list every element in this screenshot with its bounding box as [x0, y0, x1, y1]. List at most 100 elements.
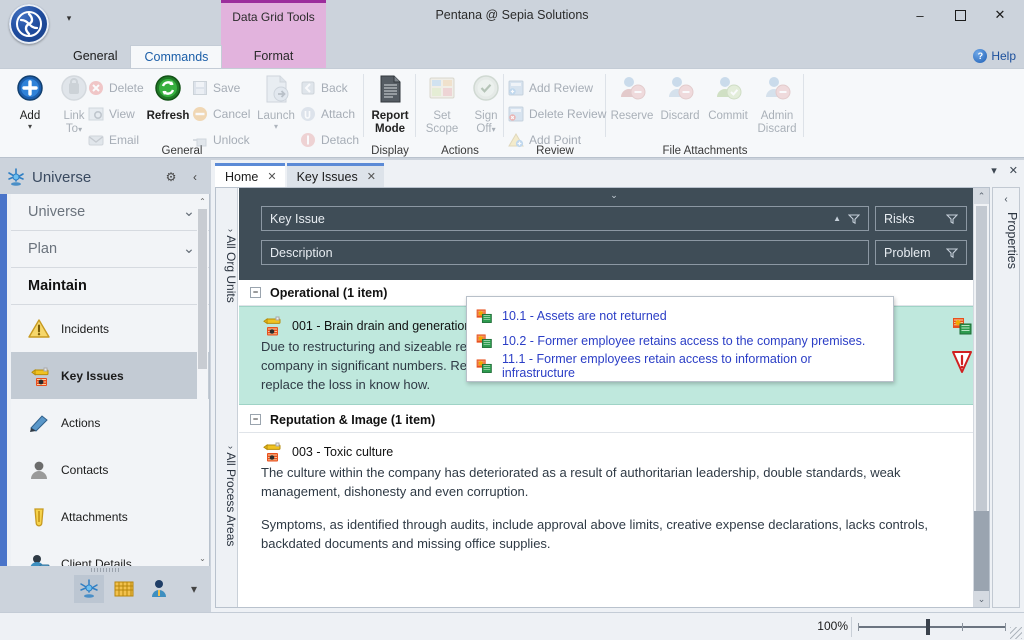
admin-discard-button[interactable]: Admin Discard: [752, 73, 802, 136]
collapse-nav-icon[interactable]: ‹: [186, 168, 204, 186]
tooltip-item[interactable]: 10.2 - Former employee retains access to…: [475, 328, 885, 353]
chevron-down-icon: ⌄: [182, 204, 195, 220]
unlock-button[interactable]: Unlock: [192, 129, 250, 151]
cancel-button[interactable]: Cancel: [192, 103, 250, 125]
unlock-icon: [192, 132, 208, 148]
grid-header-collapse-button[interactable]: ⌄: [239, 188, 989, 202]
filter-icon[interactable]: [945, 213, 959, 225]
nav-scroll-down-icon[interactable]: ⌄: [197, 552, 208, 565]
properties-panel-tab[interactable]: ‹ Properties: [992, 187, 1020, 608]
app-logo-icon[interactable]: [9, 4, 49, 44]
tab-commands[interactable]: Commands: [130, 45, 223, 68]
navigation-list: Universe ⌄ Plan ⌄ Maintain Incidents Key…: [11, 194, 209, 566]
launch-caret-icon[interactable]: ▾: [250, 123, 302, 131]
zoom-slider-handle[interactable]: [926, 619, 930, 635]
collapse-group-icon[interactable]: −: [250, 414, 261, 425]
nav-scroll-thumb[interactable]: [198, 209, 207, 369]
sidebar-item-incidents[interactable]: Incidents: [11, 305, 209, 352]
attach-button[interactable]: Attach: [300, 103, 355, 125]
minimize-button[interactable]: –: [900, 1, 940, 29]
tab-home[interactable]: Home ✕: [215, 163, 285, 187]
zoom-slider[interactable]: [858, 619, 1006, 635]
table-row[interactable]: 003 - Toxic culture The culture within t…: [239, 433, 989, 563]
column-risks[interactable]: Risks: [875, 206, 967, 231]
status-bar: 100%: [0, 612, 1024, 640]
refresh-button[interactable]: Refresh: [142, 73, 194, 123]
universe-tool-button[interactable]: [74, 575, 104, 603]
delete-review-button[interactable]: Delete Review: [508, 103, 606, 125]
grid-scroll-thumb[interactable]: [976, 206, 987, 511]
detach-button[interactable]: Detach: [300, 129, 359, 151]
tooltip-item[interactable]: 11.1 - Former employees retain access to…: [475, 352, 885, 380]
sidebar-item-contacts[interactable]: Contacts: [11, 446, 209, 493]
vertical-tab-all-org-units[interactable]: › All Org Units: [216, 196, 238, 336]
report-mode-button[interactable]: Report Mode: [364, 73, 416, 136]
save-button[interactable]: Save: [192, 77, 240, 99]
tab-key-issues[interactable]: Key Issues ✕: [286, 163, 384, 187]
doc-minimize-icon[interactable]: ▾: [991, 164, 997, 177]
gear-icon[interactable]: ⚙: [162, 168, 180, 186]
email-button[interactable]: Email: [88, 129, 139, 151]
risk-icon[interactable]: [951, 315, 973, 337]
delete-button[interactable]: Delete: [88, 77, 144, 99]
risk-icon: [475, 307, 493, 325]
column-description[interactable]: Description: [261, 240, 869, 265]
add-review-button[interactable]: Add Review: [508, 77, 593, 99]
tooltip-item[interactable]: 10.1 - Assets are not returned: [475, 303, 885, 328]
nav-scroll-up-icon[interactable]: ⌃: [197, 195, 208, 208]
group-header-row[interactable]: − Reputation & Image (1 item): [239, 407, 989, 433]
nav-footer-more-icon[interactable]: ▾: [185, 580, 203, 598]
nav-section-universe[interactable]: Universe ⌄: [11, 194, 209, 231]
expand-properties-icon[interactable]: ‹: [993, 194, 1019, 205]
nav-resize-grip[interactable]: [91, 568, 119, 572]
tab-general[interactable]: General: [60, 45, 130, 68]
close-button[interactable]: ✕: [980, 1, 1020, 29]
filter-icon[interactable]: [847, 213, 861, 225]
scroll-down-icon[interactable]: ⌄: [974, 591, 989, 607]
problem-icon[interactable]: [951, 349, 973, 375]
grid-scrollbar[interactable]: ⌃ ⌄: [973, 188, 989, 607]
sidebar-item-actions[interactable]: Actions: [11, 399, 209, 446]
sort-ascending-icon[interactable]: ▲: [833, 214, 841, 223]
window-controls: – ✕: [900, 0, 1020, 30]
tab-format[interactable]: Format: [221, 45, 326, 68]
discard-button[interactable]: Discard: [656, 73, 704, 123]
plan-tool-button[interactable]: [109, 575, 139, 603]
sidebar-item-attachments[interactable]: Attachments: [11, 493, 209, 540]
application-window: Pentana @ Sepia Solutions – ✕ ▾ Data Gri…: [0, 0, 1024, 640]
vertical-tab-all-process-areas[interactable]: › All Process Areas: [216, 406, 238, 586]
close-icon[interactable]: ✕: [367, 170, 376, 183]
reserve-button[interactable]: Reserve: [608, 73, 656, 123]
cancel-button-label: Cancel: [213, 107, 251, 121]
sidebar-item-client-details[interactable]: Client Details: [11, 540, 209, 566]
filter-icon[interactable]: [945, 247, 959, 259]
launch-button[interactable]: Launch ▾: [250, 73, 302, 131]
help-button[interactable]: ? Help: [973, 46, 1016, 66]
ribbon-group-general: General Add ▾ Link To▾ Delete View Email…: [0, 69, 364, 159]
nav-section-maintain[interactable]: Maintain: [11, 268, 209, 305]
add-point-button[interactable]: Add Point: [508, 129, 581, 151]
quick-access-more-button[interactable]: ▾: [62, 11, 76, 25]
nav-section-plan[interactable]: Plan ⌄: [11, 231, 209, 268]
doc-close-icon[interactable]: ✕: [1009, 164, 1018, 177]
scroll-up-icon[interactable]: ⌃: [974, 188, 989, 204]
grid-scroll-track[interactable]: [974, 511, 989, 591]
commit-button[interactable]: Commit: [704, 73, 752, 123]
maximize-button[interactable]: [940, 1, 980, 29]
resize-grip[interactable]: [1010, 627, 1022, 639]
navigation-title: Universe: [32, 168, 92, 186]
column-key-issue[interactable]: Key Issue ▲: [261, 206, 869, 231]
nav-scrollbar[interactable]: ⌃ ⌄: [197, 195, 208, 565]
collapse-group-icon[interactable]: −: [250, 287, 261, 298]
key-issue-icon: [28, 365, 50, 387]
back-button[interactable]: Back: [300, 77, 348, 99]
user-tool-button[interactable]: [144, 575, 174, 603]
ribbon-group-file-attachments: File Attachments Reserve Discard Commit …: [606, 69, 804, 159]
sidebar-item-key-issues[interactable]: Key Issues: [11, 352, 209, 399]
window-title: Pentana @ Sepia Solutions: [435, 8, 589, 22]
set-scope-icon: [426, 73, 458, 105]
close-icon[interactable]: ✕: [267, 170, 276, 183]
add-point-label: Add Point: [529, 133, 582, 147]
column-problem[interactable]: Problem: [875, 240, 967, 265]
view-button[interactable]: View: [88, 103, 135, 125]
